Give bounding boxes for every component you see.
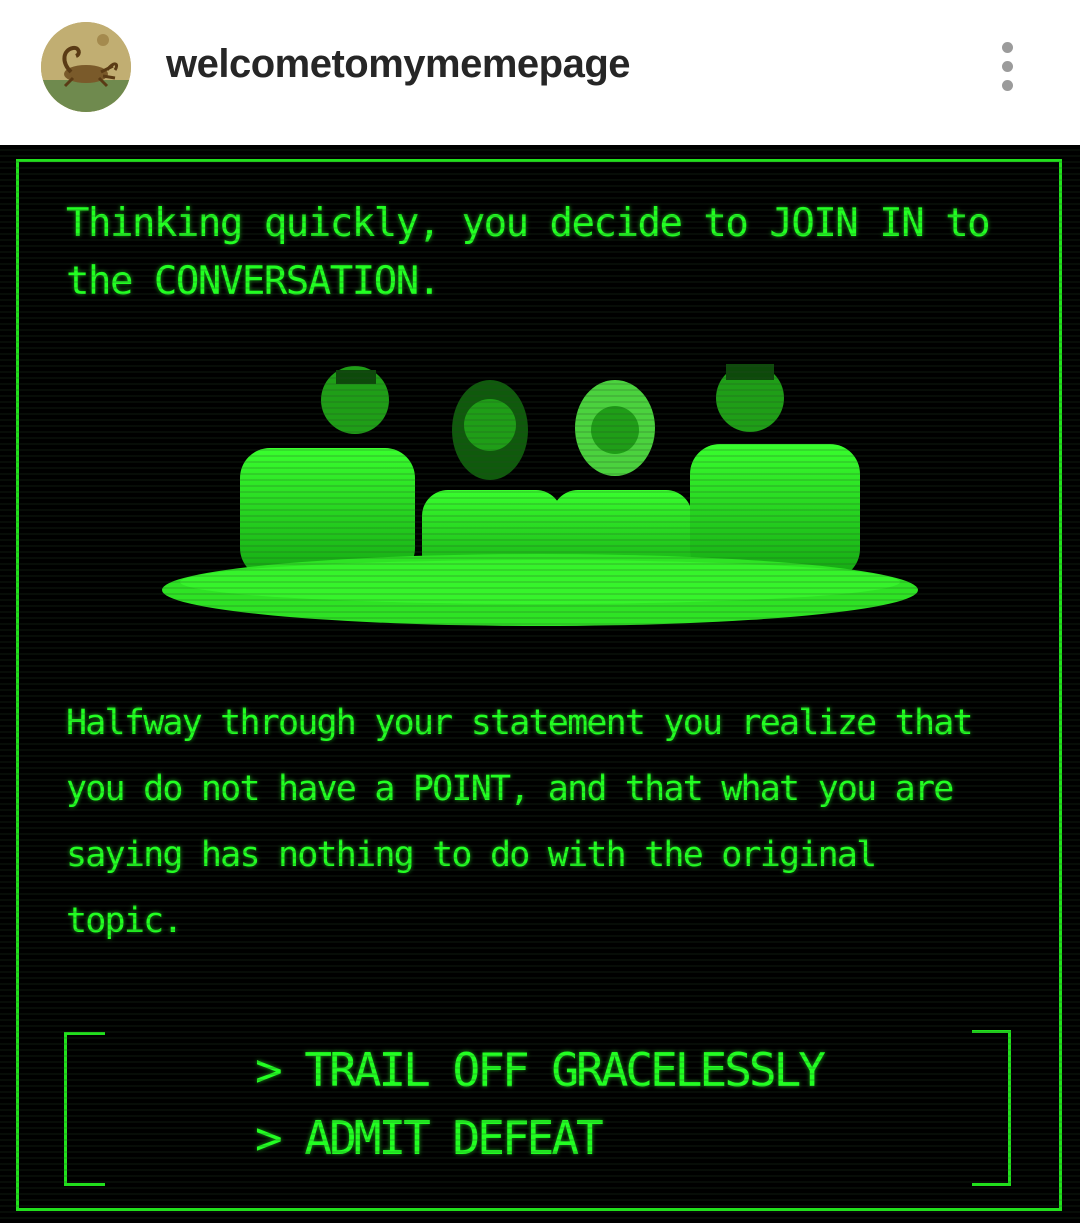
post-header: welcometomymemepage <box>0 0 1080 140</box>
right-bracket <box>972 1030 1011 1186</box>
dot-icon <box>1002 42 1013 53</box>
post-image[interactable]: Thinking quickly, you decide to JOIN IN … <box>0 145 1080 1223</box>
left-bracket <box>64 1032 105 1186</box>
dot-icon <box>1002 80 1013 91</box>
people-at-table-illustration <box>162 364 918 626</box>
more-options-button[interactable] <box>990 36 1026 98</box>
scorpion-icon <box>41 22 131 112</box>
username-link[interactable]: welcometomymemepage <box>166 42 631 87</box>
dot-icon <box>1002 61 1013 72</box>
option-admit-defeat[interactable]: > ADMIT DEFEAT <box>255 1111 604 1165</box>
profile-avatar[interactable] <box>41 22 131 112</box>
story-text: Halfway through your statement you reali… <box>66 703 974 941</box>
intro-text: Thinking quickly, you decide to JOIN IN … <box>66 201 991 304</box>
option-trail-off[interactable]: > TRAIL OFF GRACELESSLY <box>255 1043 826 1097</box>
